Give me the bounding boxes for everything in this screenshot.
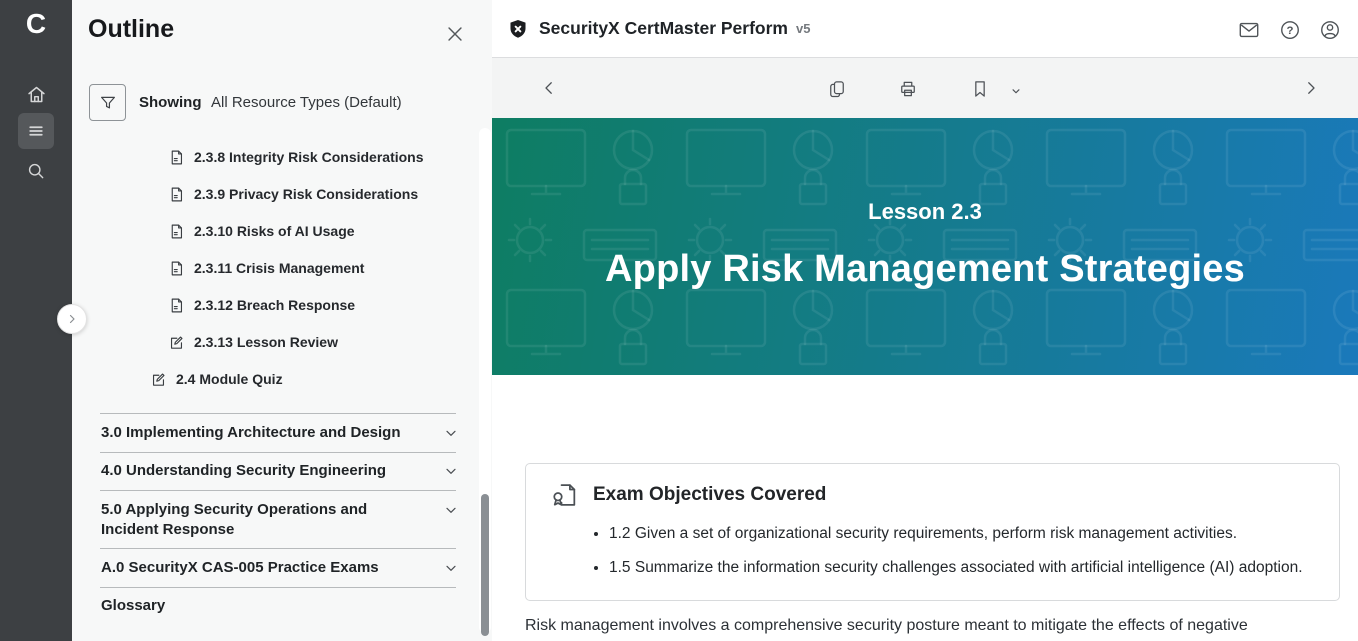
mail-icon bbox=[1238, 19, 1260, 41]
outline-item[interactable]: 2.3.12 Breach Response bbox=[168, 293, 355, 317]
account-button[interactable] bbox=[1319, 19, 1341, 41]
document-icon bbox=[168, 186, 185, 203]
outline-section-5[interactable]: 5.0 Applying Security Operations and Inc… bbox=[101, 500, 459, 540]
outline-section-label: 4.0 Understanding Security Engineering bbox=[101, 461, 426, 481]
close-icon bbox=[444, 23, 466, 45]
help-button[interactable]: ? bbox=[1279, 19, 1301, 41]
copy-button[interactable] bbox=[827, 79, 847, 99]
copy-icon bbox=[827, 79, 847, 99]
divider bbox=[100, 490, 456, 491]
chevron-down-icon bbox=[443, 502, 459, 518]
lesson-number: Lesson 2.3 bbox=[492, 199, 1358, 225]
bookmark-button[interactable] bbox=[970, 79, 990, 99]
comptia-logo: C bbox=[0, 8, 72, 40]
account-icon bbox=[1319, 19, 1341, 41]
lesson-title: Apply Risk Management Strategies bbox=[492, 248, 1358, 291]
lesson-banner: Lesson 2.3 Apply Risk Management Strateg… bbox=[492, 118, 1358, 375]
outline-item-label: 2.3.11 Crisis Management bbox=[194, 260, 364, 276]
outline-section-label: 5.0 Applying Security Operations and Inc… bbox=[101, 500, 426, 540]
outline-item-label: 2.3.9 Privacy Risk Considerations bbox=[194, 186, 418, 202]
divider bbox=[100, 548, 456, 549]
exam-objective-item: 1.5 Summarize the information security c… bbox=[609, 556, 1303, 579]
search-icon bbox=[26, 161, 46, 181]
outline-scrollbar-thumb[interactable] bbox=[481, 494, 489, 636]
outline-section-label: A.0 SecurityX CAS-005 Practice Exams bbox=[101, 558, 426, 578]
outline-section-label: Glossary bbox=[101, 596, 426, 616]
exam-objective-item: 1.2 Given a set of organizational securi… bbox=[609, 522, 1303, 545]
outline-item-label: 2.3.12 Breach Response bbox=[194, 297, 355, 313]
filter-value: All Resource Types (Default) bbox=[211, 94, 402, 111]
outline-item[interactable]: 2.3.11 Crisis Management bbox=[168, 256, 364, 280]
outline-item-label: 2.4 Module Quiz bbox=[176, 371, 283, 387]
filter-funnel-icon bbox=[99, 94, 117, 112]
lesson-toolbar bbox=[492, 58, 1358, 118]
outline-close-button[interactable] bbox=[444, 23, 466, 45]
divider bbox=[100, 452, 456, 453]
outline-section-a[interactable]: A.0 SecurityX CAS-005 Practice Exams bbox=[101, 558, 459, 578]
outline-item[interactable]: 2.4 Module Quiz bbox=[150, 367, 283, 391]
outline-item-label: 2.3.10 Risks of AI Usage bbox=[194, 223, 355, 239]
outline-item[interactable]: 2.3.8 Integrity Risk Considerations bbox=[168, 145, 424, 169]
chevron-left-icon bbox=[540, 79, 558, 97]
document-icon bbox=[168, 149, 185, 166]
outline-item-label: 2.3.13 Lesson Review bbox=[194, 334, 338, 350]
search-button[interactable] bbox=[18, 153, 54, 189]
next-page-button[interactable] bbox=[1302, 79, 1322, 99]
outline-item[interactable]: 2.3.9 Privacy Risk Considerations bbox=[168, 182, 418, 206]
outline-item[interactable]: 2.3.13 Lesson Review bbox=[168, 330, 338, 354]
bookmark-icon bbox=[970, 79, 990, 99]
filter-showing-label: Showing bbox=[139, 94, 202, 111]
certificate-document-icon bbox=[551, 481, 579, 509]
bookmark-caret-icon bbox=[1009, 84, 1023, 98]
edit-icon bbox=[168, 334, 185, 351]
svg-text:?: ? bbox=[1287, 25, 1294, 37]
app-header: SecurityX CertMaster Perform v5 ? bbox=[492, 0, 1358, 58]
mail-button[interactable] bbox=[1238, 19, 1260, 41]
exam-objectives-box: Exam Objectives Covered 1.2 Given a set … bbox=[525, 463, 1340, 601]
chevron-right-icon bbox=[66, 313, 78, 325]
chevron-down-icon bbox=[443, 560, 459, 576]
outline-section-label: 3.0 Implementing Architecture and Design bbox=[101, 423, 426, 443]
outline-title: Outline bbox=[88, 15, 174, 44]
home-button[interactable] bbox=[18, 76, 54, 112]
bookmark-menu-button[interactable] bbox=[1009, 84, 1023, 98]
exam-objectives-list: 1.2 Given a set of organizational securi… bbox=[551, 522, 1303, 580]
banner-tech-pattern bbox=[492, 118, 1358, 375]
divider bbox=[100, 413, 456, 414]
home-icon bbox=[26, 84, 47, 105]
main-area: SecurityX CertMaster Perform v5 ? bbox=[492, 0, 1358, 641]
chevron-down-icon bbox=[443, 463, 459, 479]
print-icon bbox=[898, 79, 918, 99]
chevron-down-icon bbox=[443, 425, 459, 441]
document-icon bbox=[168, 260, 185, 277]
outline-menu-button[interactable] bbox=[18, 113, 54, 149]
chevron-right-icon bbox=[1302, 79, 1320, 97]
edit-icon bbox=[150, 371, 167, 388]
outline-item-label: 2.3.8 Integrity Risk Considerations bbox=[194, 149, 424, 165]
divider bbox=[100, 587, 456, 588]
shield-logo-icon bbox=[507, 18, 529, 40]
outline-menu-icon bbox=[26, 121, 46, 141]
filter-button[interactable] bbox=[89, 84, 126, 121]
panel-expand-button[interactable] bbox=[57, 304, 87, 334]
document-icon bbox=[168, 297, 185, 314]
previous-page-button[interactable] bbox=[540, 79, 560, 99]
document-icon bbox=[168, 223, 185, 240]
outline-section-3[interactable]: 3.0 Implementing Architecture and Design bbox=[101, 423, 459, 443]
outline-section-4[interactable]: 4.0 Understanding Security Engineering bbox=[101, 461, 459, 481]
lesson-content: Exam Objectives Covered 1.2 Given a set … bbox=[492, 375, 1358, 638]
outline-item[interactable]: 2.3.10 Risks of AI Usage bbox=[168, 219, 355, 243]
exam-objectives-title: Exam Objectives Covered bbox=[593, 484, 826, 506]
print-button[interactable] bbox=[898, 79, 918, 99]
app-version-badge: v5 bbox=[796, 21, 810, 36]
lesson-paragraph: Risk management involves a comprehensive… bbox=[525, 614, 1340, 639]
outline-panel: Outline Showing All Resource Types (Defa… bbox=[72, 0, 492, 641]
help-icon: ? bbox=[1279, 19, 1301, 41]
outline-section-glossary[interactable]: Glossary bbox=[101, 596, 459, 616]
app-title: SecurityX CertMaster Perform bbox=[539, 18, 788, 39]
